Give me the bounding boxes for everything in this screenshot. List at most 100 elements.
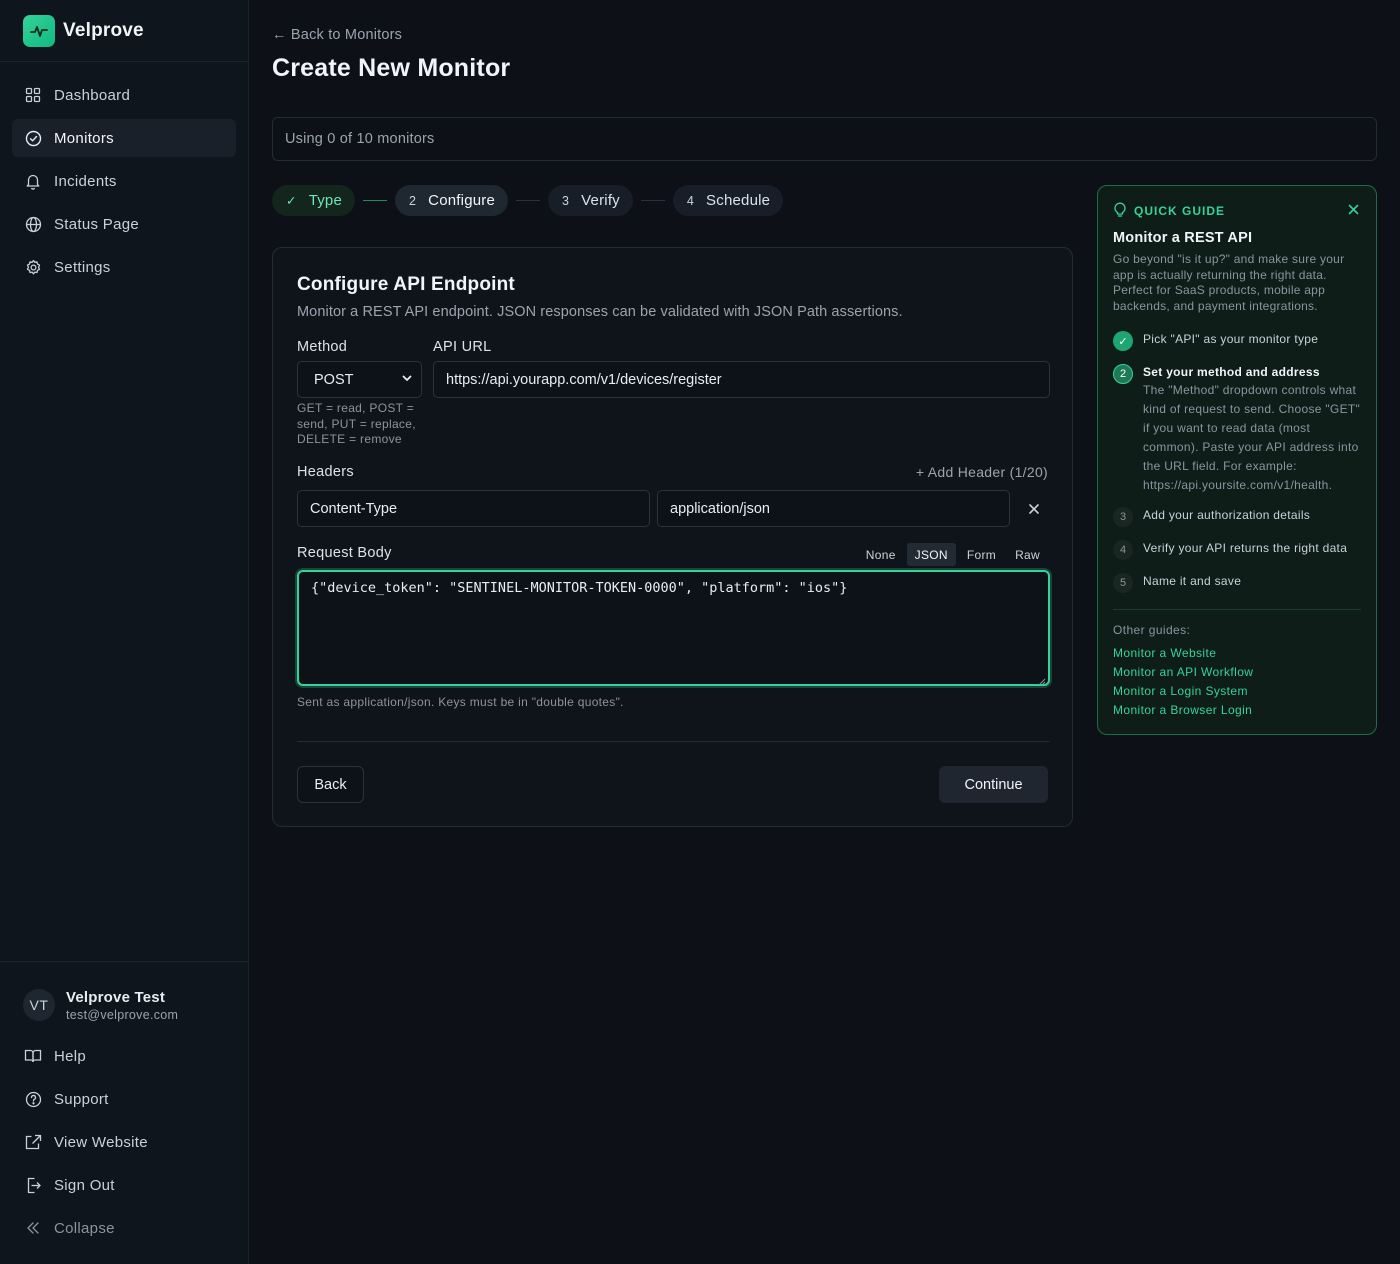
guide-step: 3 Add your authorization details	[1113, 507, 1365, 527]
collapse-label: Collapse	[54, 1219, 115, 1237]
tab-json[interactable]: JSON	[906, 543, 956, 566]
header-value-input[interactable]: application/json	[657, 490, 1010, 527]
header-value-value: application/json	[670, 500, 770, 517]
guide-step: 4 Verify your API returns the right data	[1113, 540, 1365, 560]
guide-link-browser-login[interactable]: Monitor a Browser Login	[1113, 703, 1252, 717]
card-title: Configure API Endpoint	[297, 274, 515, 295]
nav-item-dashboard[interactable]: Dashboard	[12, 76, 236, 114]
guide-step: 5 Name it and save	[1113, 573, 1365, 593]
divider	[1113, 609, 1361, 610]
tab-raw[interactable]: Raw	[1007, 543, 1048, 566]
body-hint: Sent as application/json. Keys must be i…	[297, 695, 624, 709]
guide-description: Go beyond "is it up?" and make sure your…	[1113, 252, 1345, 313]
sign-out-link[interactable]: Sign Out	[12, 1166, 236, 1204]
book-icon	[24, 1047, 42, 1065]
request-body-value: {"device_token": "SENTINEL-MONITOR-TOKEN…	[311, 580, 848, 596]
page-title: Create New Monitor	[272, 54, 511, 82]
url-label: API URL	[433, 339, 492, 355]
user-profile[interactable]: VT Velprove Test test@velprove.com	[12, 982, 236, 1028]
step-number: 2	[409, 193, 417, 208]
guide-step-current: 2 Set your method and address The "Metho…	[1113, 364, 1365, 495]
step-label: Schedule	[706, 192, 771, 209]
brand[interactable]: Velprove	[0, 0, 248, 62]
sign-out-icon	[24, 1176, 42, 1194]
support-label: Support	[54, 1090, 109, 1108]
body-type-tabs: None JSON Form Raw	[855, 543, 1048, 566]
quick-guide-panel: QUICK GUIDE Monitor a REST API Go beyond…	[1097, 185, 1377, 735]
step-schedule[interactable]: 4 Schedule	[672, 185, 784, 216]
step-label: Type	[308, 192, 343, 209]
step-connector	[363, 200, 388, 201]
remove-header-close-icon[interactable]	[1025, 500, 1043, 518]
gear-icon	[24, 258, 42, 276]
step-configure[interactable]: 2 Configure	[395, 185, 509, 216]
support-link[interactable]: Support	[12, 1080, 236, 1118]
guide-step-detail: The "Method" dropdown controls what kind…	[1143, 383, 1361, 492]
request-body-textarea[interactable]: {"device_token": "SENTINEL-MONITOR-TOKEN…	[297, 570, 1050, 686]
resize-handle-icon[interactable]	[1038, 674, 1046, 686]
main-nav: Dashboard Monitors Incidents Status Page…	[0, 62, 248, 286]
question-circle-icon	[24, 1090, 42, 1108]
step-type[interactable]: ✓ Type	[272, 185, 356, 216]
check-icon: ✓	[286, 194, 297, 208]
header-key-value: Content-Type	[310, 500, 398, 517]
step-connector	[516, 200, 541, 201]
guide-step-text: Name it and save	[1143, 574, 1242, 588]
check-circle-icon	[24, 129, 42, 147]
check-icon: ✓	[1113, 331, 1133, 351]
nav-item-monitors[interactable]: Monitors	[12, 119, 236, 157]
pulse-logo-icon	[23, 14, 55, 47]
lightbulb-icon	[1113, 202, 1127, 220]
avatar: VT	[23, 989, 55, 1021]
back-button[interactable]: Back	[297, 766, 364, 803]
guide-step-number: 2	[1113, 364, 1133, 384]
step-label: Verify	[581, 192, 620, 209]
body-label: Request Body	[297, 545, 392, 561]
method-value: POST	[314, 371, 354, 388]
help-label: Help	[54, 1047, 87, 1065]
nav-item-status-page[interactable]: Status Page	[12, 205, 236, 243]
nav-item-incidents[interactable]: Incidents	[12, 162, 236, 200]
step-label: Configure	[428, 192, 496, 209]
guide-header: QUICK GUIDE	[1113, 202, 1225, 220]
guide-heading: QUICK GUIDE	[1134, 204, 1226, 218]
sidebar: Velprove Dashboard Monitors Incidents St…	[0, 0, 249, 1264]
tab-none[interactable]: None	[858, 543, 904, 566]
collapse-button[interactable]: Collapse	[12, 1209, 236, 1247]
divider	[297, 741, 1050, 742]
continue-button[interactable]: Continue	[939, 766, 1048, 803]
method-select[interactable]: POST	[297, 361, 422, 398]
sign-out-label: Sign Out	[54, 1176, 115, 1194]
guide-link-website[interactable]: Monitor a Website	[1113, 646, 1216, 660]
guide-link-api-workflow[interactable]: Monitor an API Workflow	[1113, 665, 1253, 679]
usage-banner: Using 0 of 10 monitors	[272, 117, 1377, 161]
add-header-button[interactable]: + Add Header (1/20)	[916, 464, 1048, 480]
nav-item-settings[interactable]: Settings	[12, 248, 236, 286]
header-key-input[interactable]: Content-Type	[297, 490, 650, 527]
nav-label: Monitors	[54, 129, 114, 147]
bell-icon	[24, 172, 42, 190]
method-hint: GET = read, POST = send, PUT = replace, …	[297, 401, 416, 446]
guide-step-number: 3	[1113, 507, 1133, 527]
step-verify[interactable]: 3 Verify	[548, 185, 633, 216]
view-website-link[interactable]: View Website	[12, 1123, 236, 1161]
help-link[interactable]: Help	[12, 1037, 236, 1075]
close-icon[interactable]	[1346, 202, 1360, 216]
tab-form[interactable]: Form	[959, 543, 1004, 566]
step-number: 3	[562, 193, 570, 208]
step-number: 4	[686, 193, 695, 208]
guide-step-text: Add your authorization details	[1143, 508, 1311, 522]
other-guides-label: Other guides:	[1113, 623, 1191, 637]
configure-card: Configure API Endpoint Monitor a REST AP…	[272, 247, 1073, 827]
headers-label: Headers	[297, 464, 354, 480]
back-to-monitors-link[interactable]: ← Back to Monitors	[272, 27, 402, 43]
api-url-input[interactable]: https://api.yourapp.com/v1/devices/regis…	[433, 361, 1050, 398]
chevrons-left-icon	[24, 1219, 42, 1237]
nav-label: Incidents	[54, 172, 117, 190]
guide-step-number: 5	[1113, 573, 1133, 593]
guide-link-login-system[interactable]: Monitor a Login System	[1113, 684, 1248, 698]
dashboard-icon	[24, 86, 42, 104]
chevron-down-icon	[401, 372, 413, 388]
card-subtitle: Monitor a REST API endpoint. JSON respon…	[297, 304, 903, 320]
guide-step-number: 4	[1113, 540, 1133, 560]
